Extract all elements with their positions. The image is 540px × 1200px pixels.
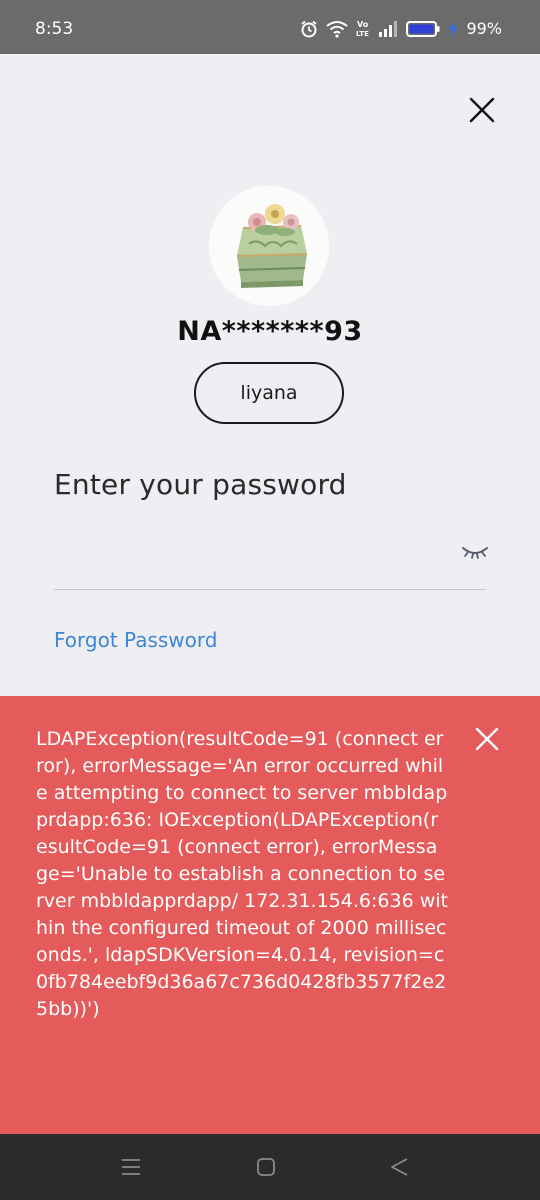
password-underline [54, 589, 486, 590]
masked-account-id: NA*******93 [177, 316, 363, 347]
battery-percent: 99% [466, 19, 502, 38]
svg-text:LTE: LTE [356, 30, 369, 38]
volte-icon: Vo LTE [356, 19, 370, 39]
charging-icon [448, 20, 458, 38]
username-chip[interactable]: liyana [194, 362, 344, 424]
status-bar: 8:53 Vo LTE 99% [0, 0, 540, 54]
close-icon[interactable] [474, 726, 500, 752]
battery-icon [406, 20, 440, 38]
status-time: 8:53 [35, 19, 74, 39]
eye-closed-icon[interactable] [460, 543, 490, 563]
back-icon[interactable] [388, 1156, 412, 1178]
alarm-icon [300, 20, 318, 38]
password-label: Enter your password [54, 468, 347, 501]
avatar [209, 186, 329, 306]
close-icon[interactable] [466, 94, 498, 126]
wifi-icon [326, 20, 349, 38]
status-icons: Vo LTE 99% [300, 17, 502, 41]
menu-icon[interactable] [119, 1156, 143, 1178]
svg-text:Vo: Vo [357, 20, 369, 29]
home-icon[interactable] [254, 1156, 278, 1178]
forgot-password-link[interactable]: Forgot Password [54, 626, 217, 654]
signal-icon [378, 20, 398, 38]
navigation-bar [0, 1134, 540, 1200]
password-field[interactable] [54, 528, 450, 578]
error-message: LDAPException(resultCode=91 (connect err… [36, 728, 448, 1020]
error-banner: LDAPException(resultCode=91 (connect err… [0, 696, 540, 1134]
username-label: liyana [240, 382, 298, 404]
